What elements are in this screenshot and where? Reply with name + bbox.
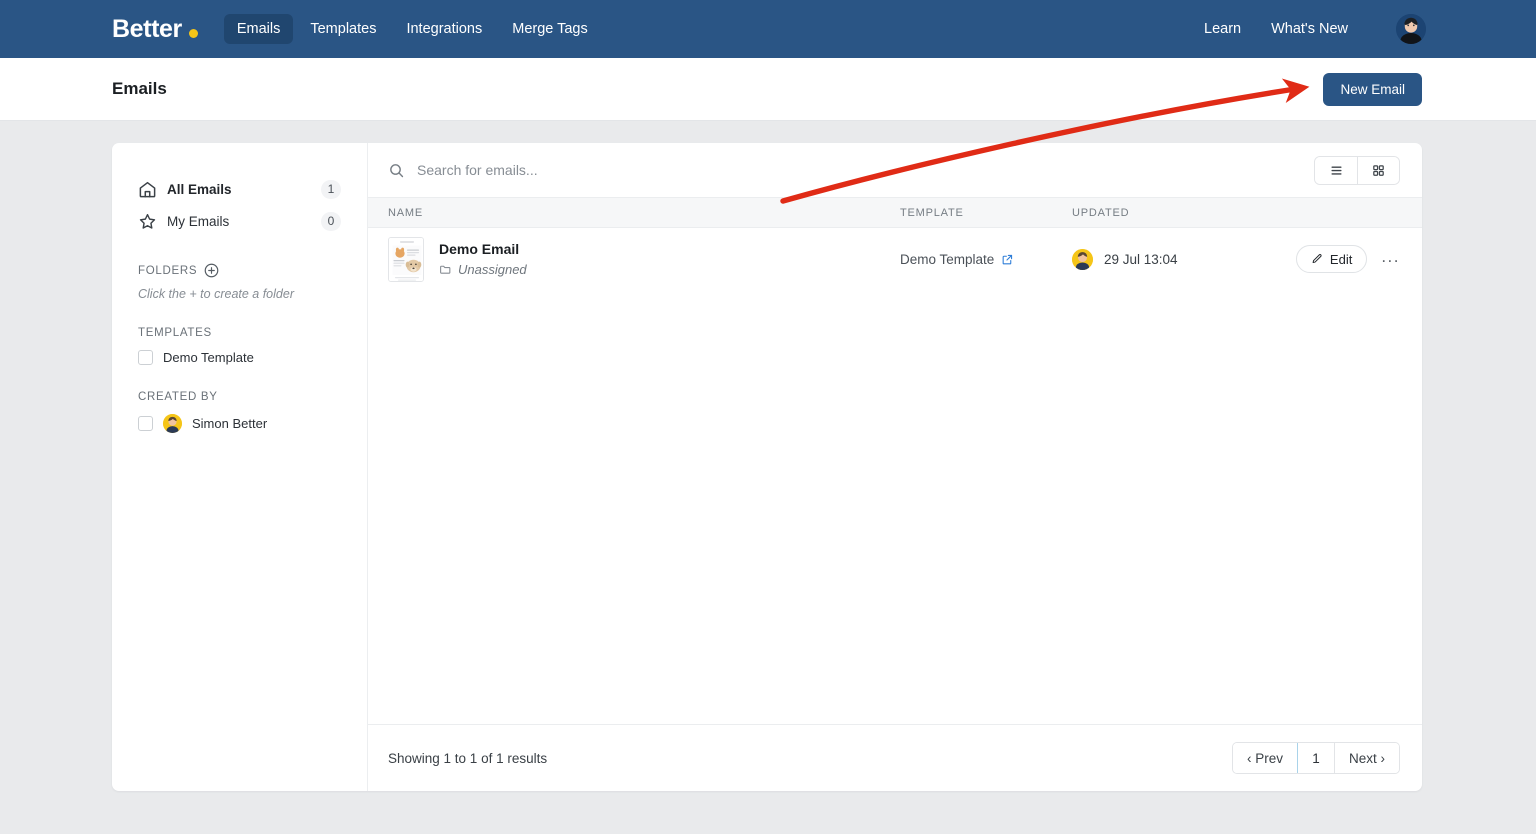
emails-card: All Emails 1 My Emails 0 FOLDERS [112,143,1422,791]
page-header: Emails New Email [0,58,1536,121]
table-footer: Showing 1 to 1 of 1 results ‹ Prev 1 Nex… [368,724,1422,791]
results-summary: Showing 1 to 1 of 1 results [388,751,547,766]
filter-template-demo-label: Demo Template [163,350,254,365]
pagination: ‹ Prev 1 Next › [1232,742,1400,774]
nav-item-templates[interactable]: Templates [297,14,389,44]
page-title: Emails [112,79,167,99]
email-folder: Unassigned [439,262,527,277]
sidebar-item-my-emails[interactable]: My Emails 0 [132,205,347,237]
created-by-section-header: CREATED BY [132,391,347,403]
sidebar: All Emails 1 My Emails 0 FOLDERS [112,143,368,791]
more-options-icon[interactable]: ... [1381,248,1400,271]
nav-item-integrations[interactable]: Integrations [393,14,495,44]
table-body: Demo Email Unassigned [368,228,1422,724]
email-thumbnail [388,237,424,282]
table-header: NAME TEMPLATE UPDATED [368,198,1422,228]
email-folder-label: Unassigned [458,262,527,277]
search-icon [388,162,405,179]
email-updated-label: 29 Jul 13:04 [1104,252,1178,267]
nav-item-emails[interactable]: Emails [224,14,294,44]
list-view-button[interactable] [1315,157,1357,184]
top-navbar: Better Emails Templates Integrations Mer… [0,0,1536,58]
filter-creator-simon-better-label: Simon Better [192,416,267,431]
templates-title: TEMPLATES [138,327,212,339]
nav-item-whats-new[interactable]: What's New [1269,14,1350,44]
user-avatar[interactable] [1396,14,1426,44]
star-icon [138,212,157,231]
edit-button-label: Edit [1330,252,1352,267]
pagination-next[interactable]: Next › [1334,743,1399,773]
new-email-button[interactable]: New Email [1323,73,1422,106]
brand-dot-icon [189,29,198,38]
avatar [163,414,182,433]
external-link-icon[interactable] [1001,253,1014,266]
sidebar-item-all-emails[interactable]: All Emails 1 [132,173,347,205]
search-input[interactable] [417,162,1302,178]
filter-template-demo[interactable]: Demo Template [132,350,347,365]
brand-logo[interactable]: Better [112,15,198,44]
add-folder-icon[interactable] [204,263,219,278]
view-toggle [1314,156,1400,185]
folders-hint: Click the + to create a folder [132,287,347,301]
pagination-prev[interactable]: ‹ Prev [1233,743,1297,773]
sidebar-item-my-emails-count: 0 [321,212,341,231]
created-by-title: CREATED BY [138,391,218,403]
email-name: Demo Email [439,241,527,257]
primary-nav: Emails Templates Integrations Merge Tags [224,14,601,44]
email-template-label: Demo Template [900,252,994,267]
column-header-updated: UPDATED [1072,207,1282,219]
table-row[interactable]: Demo Email Unassigned [368,228,1422,290]
pagination-page-1[interactable]: 1 [1297,742,1335,774]
page-body: All Emails 1 My Emails 0 FOLDERS [0,121,1536,791]
folders-section-header: FOLDERS [132,263,347,278]
folder-icon [439,263,452,276]
filter-creator-simon-better[interactable]: Simon Better [132,414,347,433]
email-actions-cell: Edit ... [1282,245,1400,273]
column-header-template: TEMPLATE [900,207,1072,219]
templates-section-header: TEMPLATES [132,327,347,339]
brand-name: Better [112,15,182,44]
column-header-name: NAME [388,207,900,219]
checkbox[interactable] [138,350,153,365]
email-updated-cell: 29 Jul 13:04 [1072,249,1282,270]
sidebar-item-all-emails-count: 1 [321,180,341,199]
home-icon [138,180,157,199]
nav-item-learn[interactable]: Learn [1202,14,1243,44]
nav-item-merge-tags[interactable]: Merge Tags [499,14,601,44]
sidebar-item-my-emails-label: My Emails [167,214,229,229]
folders-title: FOLDERS [138,265,197,277]
grid-view-button[interactable] [1357,157,1399,184]
sidebar-item-all-emails-label: All Emails [167,182,232,197]
email-name-block: Demo Email Unassigned [439,241,527,277]
pencil-icon [1311,253,1323,265]
email-template-cell: Demo Template [900,252,1072,267]
edit-button[interactable]: Edit [1296,245,1367,273]
secondary-nav: Learn What's New [1202,14,1426,44]
search-bar [368,143,1422,198]
avatar [1072,249,1093,270]
main-panel: NAME TEMPLATE UPDATED [368,143,1422,791]
checkbox[interactable] [138,416,153,431]
email-name-cell: Demo Email Unassigned [388,237,900,282]
